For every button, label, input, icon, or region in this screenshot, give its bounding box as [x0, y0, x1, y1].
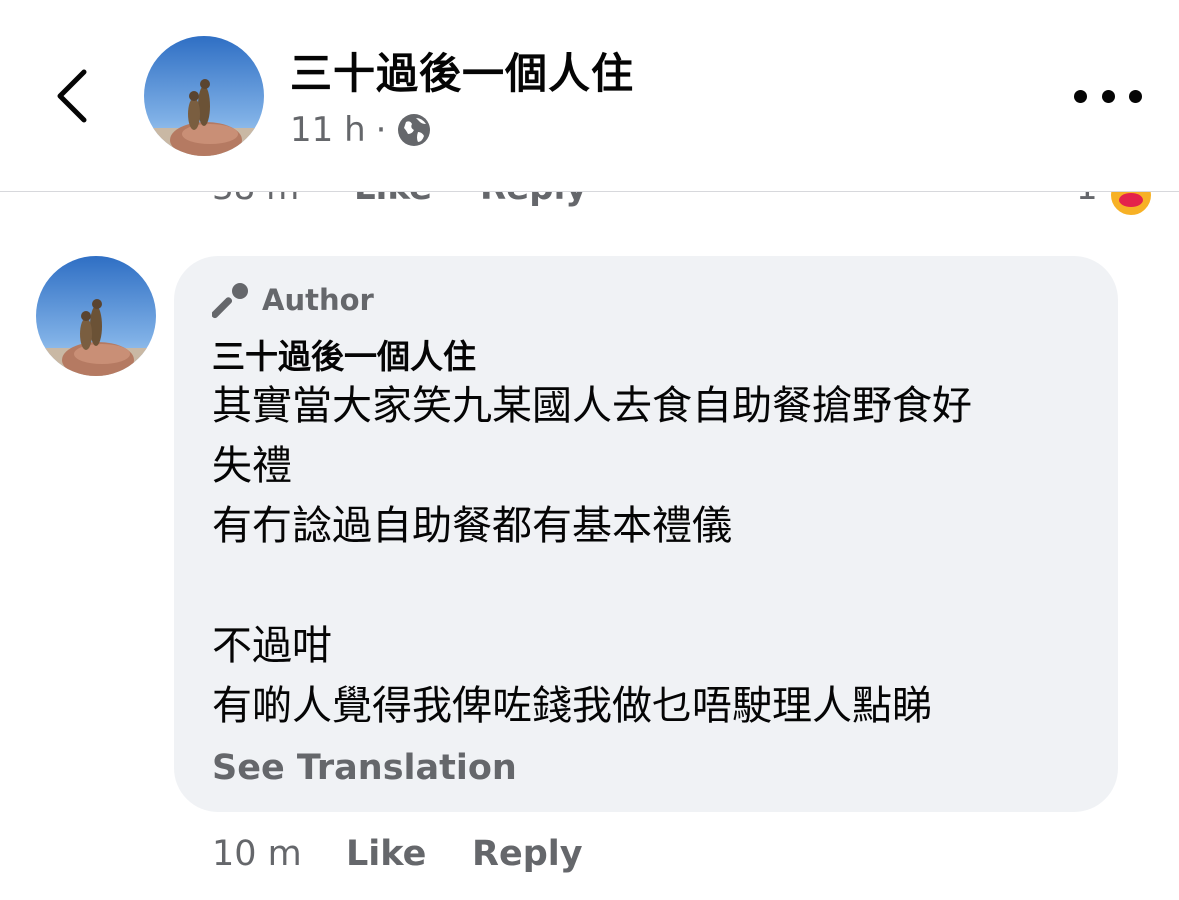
comment-author-name[interactable]: 三十過後一個人住 — [212, 330, 476, 378]
post-header: 三十過後一個人住 11 h · — [0, 0, 1179, 192]
comment-actions: 10 m Like Reply — [212, 826, 583, 882]
chevron-left-icon — [57, 69, 87, 123]
comment-line: 不過咁 — [212, 623, 332, 669]
page-title[interactable]: 三十過後一個人住 — [290, 40, 634, 101]
comment-text: 其實當大家笑九某國人去食自助餐搶野食好 失禮 有冇諗過自助餐都有基本禮儀 不過咁… — [212, 376, 1092, 736]
globe-icon — [398, 114, 431, 146]
back-button[interactable] — [44, 60, 100, 132]
post-meta: 11 h · — [290, 108, 432, 152]
author-badge-label: Author — [262, 283, 374, 317]
post-time[interactable]: 11 h — [290, 110, 366, 150]
like-button[interactable]: Like — [346, 834, 472, 874]
reply-button[interactable]: Reply — [472, 834, 583, 874]
comment-author-avatar[interactable] — [36, 256, 156, 376]
more-dot — [1129, 89, 1142, 103]
see-translation-link[interactable]: See Translation — [212, 748, 517, 788]
comment-line: 有啲人覺得我俾咗錢我做乜唔駛理人點睇 — [212, 683, 932, 729]
comment-thread-screen: 38 m Like Reply 1 — [0, 0, 1179, 900]
microphone-icon — [212, 283, 248, 319]
comment-line: 有冇諗過自助餐都有基本禮儀 — [212, 503, 732, 549]
comment-line — [212, 556, 1092, 616]
page-avatar[interactable] — [144, 36, 264, 156]
meta-separator: · — [375, 110, 387, 150]
more-options-button[interactable] — [1074, 80, 1142, 112]
author-badge: Author — [212, 280, 374, 320]
comment-time[interactable]: 10 m — [212, 834, 346, 874]
comment-line: 其實當大家笑九某國人去食自助餐搶野食好 — [212, 383, 972, 429]
more-dot — [1101, 89, 1115, 103]
more-dot — [1074, 89, 1087, 103]
comment-bubble[interactable]: Author 三十過後一個人住 其實當大家笑九某國人去食自助餐搶野食好 失禮 有… — [174, 256, 1118, 812]
comment-line: 失禮 — [212, 443, 292, 489]
